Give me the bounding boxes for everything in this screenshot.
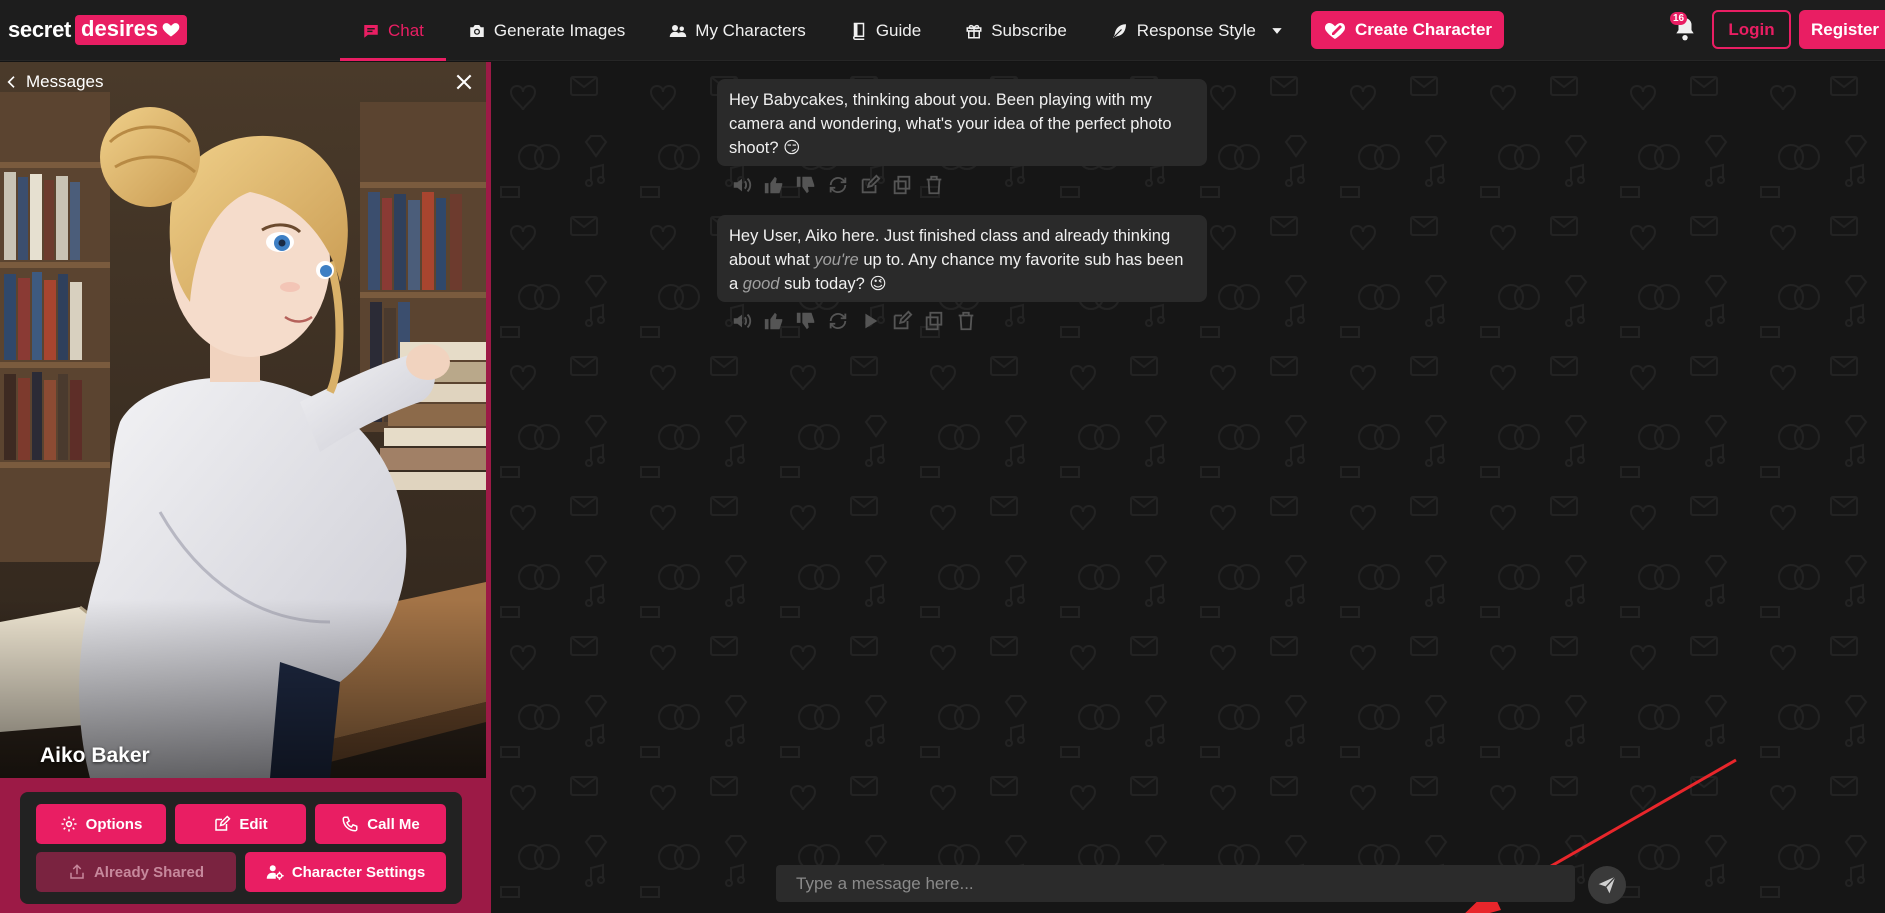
regenerate-icon[interactable]: [827, 310, 851, 334]
chat-message-2: Hey User, Aiko here. Just finished class…: [717, 215, 1207, 302]
nav-generate-images-label: Generate Images: [493, 20, 626, 40]
edit-icon[interactable]: [891, 310, 915, 334]
edit-icon: [215, 815, 231, 831]
create-character-button[interactable]: Create Character: [1311, 11, 1505, 49]
book-icon: [852, 22, 865, 40]
message-1-toolbar: [731, 174, 947, 198]
nav-chat-label: Chat: [388, 20, 424, 40]
thumbs-up-icon[interactable]: [763, 310, 787, 334]
message-input[interactable]: [776, 865, 1575, 902]
message-emphasis-2: good: [742, 275, 780, 293]
create-character-label: Create Character: [1355, 20, 1493, 39]
call-me-label: Call Me: [367, 815, 420, 833]
edit-button[interactable]: Edit: [175, 804, 306, 844]
user-gear-icon: [266, 865, 284, 880]
options-label: Options: [85, 815, 143, 833]
brand-word-secret: secret: [8, 17, 72, 42]
thumbs-up-icon[interactable]: [763, 174, 787, 198]
trash-icon[interactable]: [955, 310, 979, 334]
nav-subscribe-label: Subscribe: [991, 20, 1067, 40]
trash-icon[interactable]: [923, 174, 947, 198]
thumbs-down-icon[interactable]: [795, 174, 819, 198]
app-root: secret desires Chat Generate Images My C…: [0, 0, 1885, 913]
character-panel: Messages Aiko Baker Options Edit Call Me: [0, 62, 491, 913]
back-label: Messages: [26, 72, 104, 91]
camera-icon: [470, 24, 484, 37]
thumbs-down-icon[interactable]: [795, 310, 819, 334]
nav-chat[interactable]: Chat: [340, 0, 446, 61]
edit-icon[interactable]: [859, 174, 883, 198]
brand-word-desires: desires: [81, 16, 159, 41]
notifications-badge: 16: [1670, 12, 1688, 25]
nav-my-characters[interactable]: My Characters: [647, 0, 828, 61]
copy-icon[interactable]: [891, 174, 915, 198]
register-button[interactable]: Register: [1799, 10, 1885, 49]
phone-icon: [342, 816, 358, 832]
caret-down-icon: [1272, 27, 1282, 34]
login-button[interactable]: Login: [1712, 10, 1791, 49]
heart-icon: [162, 23, 180, 37]
main-nav: Chat Generate Images My Characters Guide…: [340, 0, 1306, 61]
brand-word-desires-badge: desires: [75, 15, 188, 45]
chat-area: Hey Babycakes, thinking about you. Been …: [491, 62, 1885, 913]
gear-icon: [61, 816, 77, 832]
chat-icon: [364, 24, 378, 38]
character-settings-label: Character Settings: [291, 863, 426, 881]
edit-label: Edit: [239, 815, 268, 833]
character-portrait-image: [0, 62, 486, 778]
heart-edit-icon: [1324, 23, 1346, 39]
nav-response-style-label: Response Style: [1136, 20, 1256, 40]
message-2-toolbar: [731, 310, 979, 334]
copy-icon[interactable]: [923, 310, 947, 334]
share-icon: [70, 864, 84, 879]
send-icon: [1598, 876, 1616, 894]
regenerate-icon[interactable]: [827, 174, 851, 198]
gift-icon: [966, 24, 982, 38]
feather-icon: [1113, 23, 1126, 38]
notifications-button[interactable]: 16: [1670, 12, 1698, 44]
send-button[interactable]: [1588, 866, 1626, 904]
nav-my-characters-label: My Characters: [695, 20, 806, 40]
call-me-button[interactable]: Call Me: [315, 804, 446, 844]
character-portrait: Messages Aiko Baker: [0, 62, 486, 778]
nav-generate-images[interactable]: Generate Images: [446, 0, 647, 61]
close-icon[interactable]: [454, 72, 474, 92]
already-shared-button: Already Shared: [36, 852, 236, 892]
character-settings-button[interactable]: Character Settings: [245, 852, 446, 892]
options-button[interactable]: Options: [36, 804, 166, 844]
nav-response-style[interactable]: Response Style: [1089, 0, 1306, 61]
character-name: Aiko Baker: [40, 744, 150, 767]
nav-guide-label: Guide: [875, 20, 922, 40]
brand-logo[interactable]: secret desires: [8, 15, 188, 45]
message-emphasis-1: you're: [814, 251, 859, 269]
chat-message-1: Hey Babycakes, thinking about you. Been …: [717, 79, 1207, 166]
messages-header: Messages: [0, 62, 486, 102]
top-navbar: secret desires Chat Generate Images My C…: [0, 0, 1885, 61]
speaker-icon[interactable]: [731, 310, 755, 334]
character-actions: Options Edit Call Me Already Shared Char…: [20, 792, 462, 904]
message-text-part3: sub today? 😉: [779, 275, 887, 293]
message-text: Hey Babycakes, thinking about you. Been …: [729, 91, 1172, 157]
play-icon[interactable]: [859, 310, 883, 334]
users-icon: [670, 24, 687, 37]
already-shared-label: Already Shared: [93, 863, 205, 881]
speaker-icon[interactable]: [731, 174, 755, 198]
nav-subscribe[interactable]: Subscribe: [943, 0, 1089, 61]
nav-guide[interactable]: Guide: [828, 0, 943, 61]
chevron-left-icon: [7, 76, 15, 88]
back-to-messages[interactable]: Messages: [4, 72, 103, 92]
